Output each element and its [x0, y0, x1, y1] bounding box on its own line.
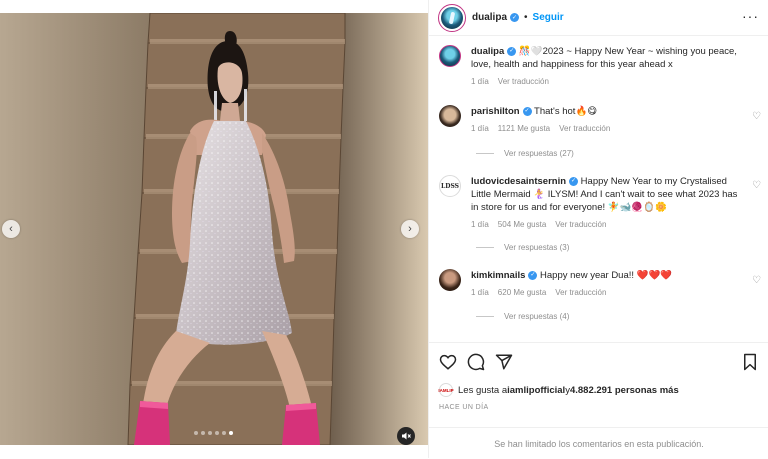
post-date: HACE UN DÍA	[439, 404, 489, 411]
action-icons	[439, 353, 759, 371]
post-photo	[0, 13, 428, 445]
comment-translate-link[interactable]: Ver traducción	[555, 218, 606, 231]
post-header: dualipa ✓ • Seguir ···	[429, 0, 768, 36]
comment-text: That's hot🔥😋	[534, 106, 598, 117]
comment-likes[interactable]: 504 Me gusta	[498, 218, 546, 231]
comment-item: LDSS ludovicdesaintsernin ✓ Happy New Yea…	[439, 175, 759, 231]
carousel-dot	[229, 431, 233, 435]
commenter-avatar[interactable]: LDSS	[439, 175, 461, 197]
liker-avatar[interactable]: IAMLIP	[438, 383, 454, 397]
carousel-dot	[201, 431, 205, 435]
comment-like-heart-icon[interactable]: ♡	[752, 275, 761, 286]
likes-summary[interactable]: IAMLIP Les gusta a iamlipofficial y 4.88…	[438, 383, 679, 397]
verified-badge-icon: ✓	[569, 176, 579, 186]
verified-badge-icon: ✓	[528, 270, 538, 280]
view-replies-link[interactable]: Ver respuestas (27)	[476, 149, 574, 158]
comments-limited-text: Se han limitado los comentarios en esta …	[494, 438, 704, 449]
comment-text: Happy new year Dua!! ❤️❤️❤️	[540, 270, 673, 281]
carousel-dot	[215, 431, 219, 435]
next-slide-button[interactable]: ›	[401, 220, 419, 238]
comment-translate-link[interactable]: Ver traducción	[559, 122, 610, 135]
caption-username[interactable]: dualipa	[471, 46, 504, 57]
more-options-icon[interactable]: ···	[742, 8, 759, 24]
comments-limited-notice: Se han limitado los comentarios en esta …	[429, 427, 768, 459]
comment-username[interactable]: kimkimnails	[471, 270, 525, 281]
post-side-panel: dualipa ✓ • Seguir ··· dualipa ✓ 🎊🤍2023 ~…	[428, 0, 768, 458]
caption-avatar[interactable]	[439, 45, 461, 67]
caption-translate-link[interactable]: Ver traducción	[498, 75, 549, 88]
view-replies-link[interactable]: Ver respuestas (4)	[476, 312, 569, 321]
speaker-muted-icon	[402, 432, 411, 440]
view-replies-text[interactable]: Ver respuestas (4)	[504, 312, 569, 321]
previous-slide-button[interactable]: ‹	[2, 220, 20, 238]
author-avatar[interactable]	[438, 3, 466, 32]
commenter-avatar[interactable]	[439, 105, 461, 127]
verified-badge-icon: ✓	[510, 13, 520, 22]
caption: dualipa ✓ 🎊🤍2023 ~ Happy New Year ~ wishi…	[439, 45, 759, 88]
chevron-right-icon: ›	[408, 223, 412, 235]
comment-bubble-icon[interactable]	[467, 353, 485, 371]
comment-likes[interactable]: 620 Me gusta	[498, 286, 546, 299]
comment-likes[interactable]: 1121 Me gusta	[498, 122, 550, 135]
chevron-left-icon: ‹	[9, 223, 13, 235]
replies-divider	[476, 316, 494, 317]
post-actions-section: IAMLIP Les gusta a iamlipofficial y 4.88…	[429, 342, 768, 458]
likes-count[interactable]: 4.882.291 personas más	[570, 385, 679, 396]
comment-username[interactable]: ludovicdesaintsernin	[471, 176, 566, 187]
like-heart-icon[interactable]	[439, 353, 457, 371]
comment-time: 1 día	[471, 288, 489, 297]
verified-badge-icon: ✓	[507, 46, 517, 56]
liker-username[interactable]: iamlipofficial	[507, 385, 565, 396]
replies-divider	[476, 247, 494, 248]
carousel-dot	[194, 431, 198, 435]
view-replies-link[interactable]: Ver respuestas (3)	[476, 243, 569, 252]
view-replies-text[interactable]: Ver respuestas (27)	[504, 149, 574, 158]
share-paper-plane-icon[interactable]	[495, 353, 513, 371]
replies-divider	[476, 153, 494, 154]
comment-translate-link[interactable]: Ver traducción	[555, 286, 606, 299]
commenter-avatar[interactable]	[439, 269, 461, 291]
view-replies-text[interactable]: Ver respuestas (3)	[504, 243, 569, 252]
follow-button[interactable]: Seguir	[533, 12, 564, 23]
author-username[interactable]: dualipa	[472, 12, 507, 23]
comment-item: parishilton ✓ That's hot🔥😋 1 día 1121 Me …	[439, 105, 759, 135]
comments-list[interactable]: dualipa ✓ 🎊🤍2023 ~ Happy New Year ~ wishi…	[429, 36, 768, 342]
header-separator: •	[524, 12, 528, 23]
post-media[interactable]: ‹ ›	[0, 13, 428, 445]
comment-time: 1 día	[471, 124, 489, 133]
instagram-post-modal: ‹ › dualipa ✓ • Seguir ··· dualipa ✓ 🎊🤍2…	[0, 0, 768, 458]
carousel-indicator	[194, 431, 233, 435]
comment-item: kimkimnails ✓ Happy new year Dua!! ❤️❤️❤️…	[439, 269, 759, 299]
likes-prefix: Les gusta a	[458, 384, 508, 396]
carousel-dot	[222, 431, 226, 435]
comment-like-heart-icon[interactable]: ♡	[752, 180, 761, 191]
comment-like-heart-icon[interactable]: ♡	[752, 111, 761, 122]
mute-button[interactable]	[397, 427, 415, 445]
verified-badge-icon: ✓	[522, 106, 532, 116]
carousel-dot	[208, 431, 212, 435]
comment-time: 1 día	[471, 220, 489, 229]
save-bookmark-icon[interactable]	[741, 353, 759, 371]
comment-username[interactable]: parishilton	[471, 106, 520, 117]
caption-time: 1 día	[471, 77, 489, 86]
